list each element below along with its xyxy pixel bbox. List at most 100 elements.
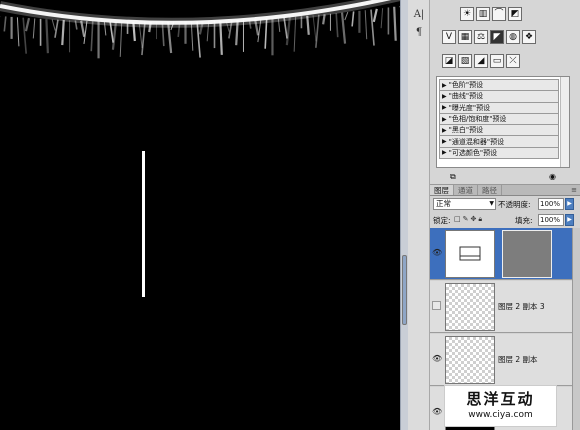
canvas-artwork <box>0 0 400 297</box>
lock-all-icon[interactable]: 🔒︎ <box>478 215 482 224</box>
expand-triangle-icon: ▶ <box>442 115 447 123</box>
fill-input[interactable]: 100% <box>538 214 564 226</box>
blend-row: 正常 ▼ 不透明度: 100% ▶ <box>430 198 580 211</box>
layer-row-copy[interactable]: 👁︎ 图层 2 副本 <box>430 334 572 386</box>
expand-triangle-icon: ▶ <box>442 138 447 146</box>
light-ray <box>351 11 355 27</box>
light-ray <box>285 17 291 46</box>
layer-name: 图层 2 副本 <box>498 355 538 364</box>
fill-slider-button[interactable]: ▶ <box>565 214 574 226</box>
tab-paths[interactable]: 路径 <box>478 185 502 195</box>
layer-row-copy3[interactable]: 图层 2 副本 3 <box>430 281 572 333</box>
light-ray <box>370 9 375 46</box>
invert-icon[interactable]: ◪ <box>442 54 456 68</box>
tab-channels[interactable]: 通道 <box>454 185 478 195</box>
brightness-icon[interactable]: ☀ <box>460 7 474 21</box>
selective-color-icon[interactable]: ⤫ <box>506 54 520 68</box>
hue-saturation-icon[interactable]: ▦ <box>458 30 472 44</box>
canvas-scroll-thumb[interactable] <box>402 255 407 325</box>
light-ray <box>61 19 65 46</box>
light-ray <box>364 10 368 40</box>
watermark: 思洋互动 www.ciya.com <box>444 385 557 427</box>
exposure-icon[interactable]: ◩ <box>508 7 522 21</box>
opacity-label: 不透明度: <box>498 200 531 209</box>
expand-triangle-icon: ▶ <box>442 104 447 112</box>
light-ray <box>380 8 384 29</box>
clip-to-layer-icon[interactable]: ⧉ <box>450 172 456 182</box>
curves-icon[interactable]: ⌒ <box>492 7 506 21</box>
watermark-title: 思洋互动 <box>466 390 535 408</box>
light-ray <box>90 21 94 52</box>
opacity-slider-button[interactable]: ▶ <box>565 198 574 210</box>
presets-scrollbar[interactable] <box>560 77 569 167</box>
photoshop-window: A| ¶ ☀ ▥ ⌒ ◩ V ▦ ⚖ ◤ ◍ ❖ ◪ ▧ ◢ ▭ ⤫ ▶ "色阶"… <box>0 0 580 430</box>
light-ray <box>119 21 123 57</box>
vibrance-icon[interactable]: V <box>442 30 456 44</box>
eye-icon[interactable]: 👁︎ <box>432 407 442 417</box>
layer-thumbnail-transparent <box>445 336 495 384</box>
light-ray <box>54 19 59 38</box>
light-ray <box>16 17 20 47</box>
lock-label: 锁定: <box>433 216 451 225</box>
adjustment-layer-thumbnail <box>445 230 495 278</box>
lock-transparency-icon[interactable]: □ <box>454 215 461 224</box>
adjustment-icons-row-3: ◪ ▧ ◢ ▭ ⤫ <box>442 54 520 68</box>
light-ray <box>335 13 339 38</box>
eye-icon[interactable]: 👁︎ <box>432 354 442 364</box>
threshold-icon[interactable]: ◢ <box>474 54 488 68</box>
adjustments-footer: ⧉ ◉ <box>430 172 580 184</box>
light-ray <box>372 8 378 23</box>
levels-adjust-icon <box>459 246 481 261</box>
paragraph-panel-button[interactable]: ¶ <box>411 26 427 40</box>
adjustments-panel: ☀ ▥ ⌒ ◩ V ▦ ⚖ ◤ ◍ ❖ ◪ ▧ ◢ ▭ ⤫ ▶ "色阶"预设 ▶ "… <box>430 0 580 184</box>
light-ray <box>306 15 310 35</box>
layer-mask-thumbnail[interactable] <box>502 230 552 278</box>
levels-icon[interactable]: ▥ <box>476 7 490 21</box>
light-ray <box>264 18 268 49</box>
eye-icon[interactable]: 👁︎ <box>432 248 442 258</box>
lock-pixels-icon[interactable]: ✎ <box>463 215 469 224</box>
layer-row-adjustment[interactable]: 👁︎ <box>430 228 572 280</box>
canvas-scrollbar[interactable] <box>400 0 408 430</box>
fill-label: 填充: <box>515 216 533 225</box>
light-ray <box>312 15 317 42</box>
channel-mixer-icon[interactable]: ❖ <box>522 30 536 44</box>
expand-triangle-icon: ▶ <box>442 92 447 100</box>
expand-triangle-icon: ▶ <box>442 81 447 89</box>
watermark-url: www.ciya.com <box>468 410 533 420</box>
light-ray <box>340 12 347 44</box>
layer-name: 图层 2 副本 3 <box>498 302 545 311</box>
black-white-icon[interactable]: ◤ <box>490 30 504 44</box>
expand-triangle-icon: ▶ <box>442 126 447 134</box>
photo-filter-icon[interactable]: ◍ <box>506 30 520 44</box>
light-ray <box>293 16 297 52</box>
adjustment-icons-row-2: V ▦ ⚖ ◤ ◍ ❖ <box>442 30 536 44</box>
blend-mode-select[interactable]: 正常 ▼ <box>433 198 496 210</box>
light-arc-glow <box>0 0 400 28</box>
panel-menu-icon[interactable]: ≡ <box>571 185 577 196</box>
panel-options-icon[interactable]: ◉ <box>549 172 556 181</box>
canvas[interactable] <box>0 0 400 430</box>
light-ray <box>315 14 320 48</box>
visibility-toggle-off[interactable] <box>432 301 441 310</box>
layers-scrollbar[interactable] <box>572 228 580 430</box>
light-ray <box>344 11 349 21</box>
lock-position-icon[interactable]: ✥ <box>471 215 477 224</box>
light-ray <box>24 17 31 32</box>
lock-row: 锁定: □ ✎ ✥ 🔒︎ 填充: 100% ▶ <box>430 214 580 227</box>
adjustment-icons-row-1: ☀ ▥ ⌒ ◩ <box>460 7 522 21</box>
adjustment-presets-list: ▶ "色阶"预设 ▶ "曲线"预设 ▶ "曝光度"预设 ▶ "色相/饱和度"预设 ▶ "黑… <box>436 76 570 168</box>
posterize-icon[interactable]: ▧ <box>458 54 472 68</box>
layer-thumbnail-transparent <box>445 283 495 331</box>
panel-dock-strip: A| ¶ <box>408 0 430 430</box>
light-beam-line <box>142 151 145 297</box>
tab-layers[interactable]: 图层 <box>430 185 454 195</box>
opacity-input[interactable]: 100% <box>538 198 564 210</box>
light-ray <box>51 19 56 31</box>
gradient-map-icon[interactable]: ▭ <box>490 54 504 68</box>
character-panel-button[interactable]: A| <box>411 8 427 22</box>
color-balance-icon[interactable]: ⚖ <box>474 30 488 44</box>
layers-panel-tabs: 图层 通道 路径 ≡ <box>430 185 580 196</box>
preset-selective-color[interactable]: ▶ "可选颜色"预设 <box>439 146 559 160</box>
chevron-down-icon: ▼ <box>489 200 494 207</box>
